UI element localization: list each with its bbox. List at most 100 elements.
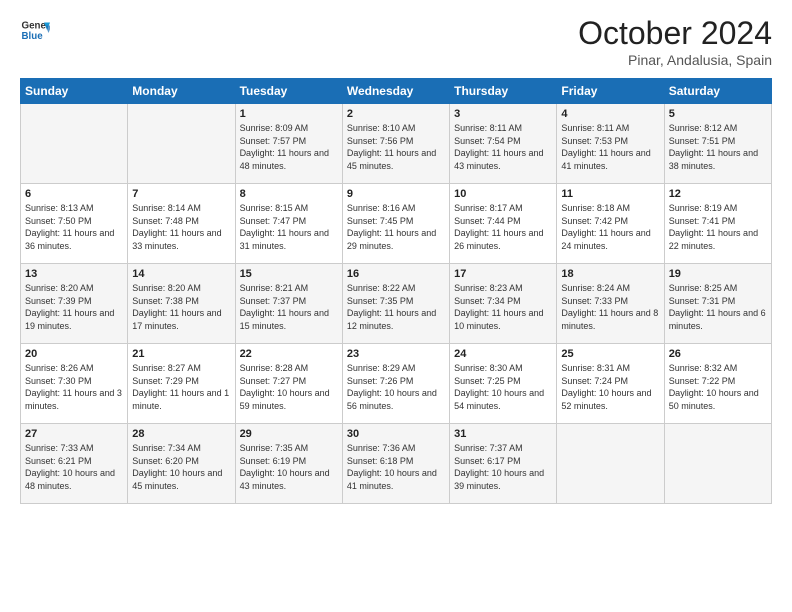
day-info: Sunrise: 8:11 AM Sunset: 7:54 PM Dayligh…	[454, 122, 552, 172]
col-sunday: Sunday	[21, 79, 128, 104]
day-info: Sunrise: 8:10 AM Sunset: 7:56 PM Dayligh…	[347, 122, 445, 172]
calendar-week-2: 13 Sunrise: 8:20 AM Sunset: 7:39 PM Dayli…	[21, 264, 772, 344]
col-wednesday: Wednesday	[342, 79, 449, 104]
day-number: 3	[454, 108, 552, 120]
calendar-cell: 30 Sunrise: 7:36 AM Sunset: 6:18 PM Dayli…	[342, 424, 449, 504]
day-info: Sunrise: 8:19 AM Sunset: 7:41 PM Dayligh…	[669, 202, 767, 252]
day-info: Sunrise: 7:36 AM Sunset: 6:18 PM Dayligh…	[347, 442, 445, 492]
day-number: 16	[347, 268, 445, 280]
day-info: Sunrise: 8:25 AM Sunset: 7:31 PM Dayligh…	[669, 282, 767, 332]
calendar-cell: 5 Sunrise: 8:12 AM Sunset: 7:51 PM Daylig…	[664, 104, 771, 184]
day-number: 19	[669, 268, 767, 280]
calendar-cell: 7 Sunrise: 8:14 AM Sunset: 7:48 PM Daylig…	[128, 184, 235, 264]
day-info: Sunrise: 8:20 AM Sunset: 7:39 PM Dayligh…	[25, 282, 123, 332]
day-number: 26	[669, 348, 767, 360]
day-number: 22	[240, 348, 338, 360]
calendar-cell	[664, 424, 771, 504]
day-number: 21	[132, 348, 230, 360]
calendar-cell: 18Sunrise: 8:24 AM Sunset: 7:33 PM Dayli…	[557, 264, 664, 344]
day-number: 10	[454, 188, 552, 200]
calendar-cell: 13 Sunrise: 8:20 AM Sunset: 7:39 PM Dayli…	[21, 264, 128, 344]
day-info: Sunrise: 8:15 AM Sunset: 7:47 PM Dayligh…	[240, 202, 338, 252]
day-info: Sunrise: 8:21 AM Sunset: 7:37 PM Dayligh…	[240, 282, 338, 332]
title-block: October 2024 Pinar, Andalusia, Spain	[578, 15, 772, 68]
day-info: Sunrise: 8:12 AM Sunset: 7:51 PM Dayligh…	[669, 122, 767, 172]
day-info: Sunrise: 7:35 AM Sunset: 6:19 PM Dayligh…	[240, 442, 338, 492]
calendar-cell: 19 Sunrise: 8:25 AM Sunset: 7:31 PM Dayli…	[664, 264, 771, 344]
calendar-page: General Blue October 2024 Pinar, Andalus…	[0, 0, 792, 612]
day-info: Sunrise: 8:31 AM Sunset: 7:24 PM Dayligh…	[561, 362, 659, 412]
day-number: 30	[347, 428, 445, 440]
calendar-cell	[128, 104, 235, 184]
day-number: 7	[132, 188, 230, 200]
calendar-cell: 3 Sunrise: 8:11 AM Sunset: 7:54 PM Daylig…	[450, 104, 557, 184]
day-number: 20	[25, 348, 123, 360]
day-number: 24	[454, 348, 552, 360]
day-info: Sunrise: 8:22 AM Sunset: 7:35 PM Dayligh…	[347, 282, 445, 332]
day-number: 2	[347, 108, 445, 120]
day-info: Sunrise: 8:11 AM Sunset: 7:53 PM Dayligh…	[561, 122, 659, 172]
logo: General Blue	[20, 15, 50, 45]
calendar-cell: 8 Sunrise: 8:15 AM Sunset: 7:47 PM Daylig…	[235, 184, 342, 264]
calendar-week-0: 1 Sunrise: 8:09 AM Sunset: 7:57 PM Daylig…	[21, 104, 772, 184]
day-number: 17	[454, 268, 552, 280]
calendar-cell: 17Sunrise: 8:23 AM Sunset: 7:34 PM Dayli…	[450, 264, 557, 344]
calendar-week-4: 27Sunrise: 7:33 AM Sunset: 6:21 PM Dayli…	[21, 424, 772, 504]
calendar-cell: 2 Sunrise: 8:10 AM Sunset: 7:56 PM Daylig…	[342, 104, 449, 184]
day-info: Sunrise: 8:30 AM Sunset: 7:25 PM Dayligh…	[454, 362, 552, 412]
location: Pinar, Andalusia, Spain	[578, 52, 772, 68]
calendar-cell: 14 Sunrise: 8:20 AM Sunset: 7:38 PM Dayli…	[128, 264, 235, 344]
day-info: Sunrise: 7:34 AM Sunset: 6:20 PM Dayligh…	[132, 442, 230, 492]
logo-icon: General Blue	[20, 15, 50, 45]
day-info: Sunrise: 8:28 AM Sunset: 7:27 PM Dayligh…	[240, 362, 338, 412]
calendar-cell: 15 Sunrise: 8:21 AM Sunset: 7:37 PM Dayli…	[235, 264, 342, 344]
day-info: Sunrise: 8:17 AM Sunset: 7:44 PM Dayligh…	[454, 202, 552, 252]
day-info: Sunrise: 8:14 AM Sunset: 7:48 PM Dayligh…	[132, 202, 230, 252]
calendar-cell: 10 Sunrise: 8:17 AM Sunset: 7:44 PM Dayli…	[450, 184, 557, 264]
day-number: 5	[669, 108, 767, 120]
calendar-cell	[21, 104, 128, 184]
day-number: 12	[669, 188, 767, 200]
col-thursday: Thursday	[450, 79, 557, 104]
col-monday: Monday	[128, 79, 235, 104]
day-number: 14	[132, 268, 230, 280]
calendar-cell: 20 Sunrise: 8:26 AM Sunset: 7:30 PM Dayli…	[21, 344, 128, 424]
header: General Blue October 2024 Pinar, Andalus…	[20, 15, 772, 68]
calendar-cell: 21Sunrise: 8:27 AM Sunset: 7:29 PM Dayli…	[128, 344, 235, 424]
day-info: Sunrise: 8:18 AM Sunset: 7:42 PM Dayligh…	[561, 202, 659, 252]
day-info: Sunrise: 8:26 AM Sunset: 7:30 PM Dayligh…	[25, 362, 123, 412]
day-number: 27	[25, 428, 123, 440]
calendar-cell: 1 Sunrise: 8:09 AM Sunset: 7:57 PM Daylig…	[235, 104, 342, 184]
calendar-cell: 9 Sunrise: 8:16 AM Sunset: 7:45 PM Daylig…	[342, 184, 449, 264]
day-number: 6	[25, 188, 123, 200]
day-number: 13	[25, 268, 123, 280]
calendar-cell: 29 Sunrise: 7:35 AM Sunset: 6:19 PM Dayli…	[235, 424, 342, 504]
month-title: October 2024	[578, 15, 772, 52]
col-friday: Friday	[557, 79, 664, 104]
calendar-cell: 11 Sunrise: 8:18 AM Sunset: 7:42 PM Dayli…	[557, 184, 664, 264]
calendar-table: Sunday Monday Tuesday Wednesday Thursday…	[20, 78, 772, 504]
calendar-cell: 4 Sunrise: 8:11 AM Sunset: 7:53 PM Daylig…	[557, 104, 664, 184]
day-number: 11	[561, 188, 659, 200]
calendar-cell: 24 Sunrise: 8:30 AM Sunset: 7:25 PM Dayli…	[450, 344, 557, 424]
calendar-cell: 28Sunrise: 7:34 AM Sunset: 6:20 PM Dayli…	[128, 424, 235, 504]
day-number: 4	[561, 108, 659, 120]
calendar-cell: 31Sunrise: 7:37 AM Sunset: 6:17 PM Dayli…	[450, 424, 557, 504]
calendar-cell: 26Sunrise: 8:32 AM Sunset: 7:22 PM Dayli…	[664, 344, 771, 424]
day-info: Sunrise: 8:29 AM Sunset: 7:26 PM Dayligh…	[347, 362, 445, 412]
day-number: 9	[347, 188, 445, 200]
day-info: Sunrise: 8:20 AM Sunset: 7:38 PM Dayligh…	[132, 282, 230, 332]
day-number: 8	[240, 188, 338, 200]
day-number: 15	[240, 268, 338, 280]
calendar-cell: 25Sunrise: 8:31 AM Sunset: 7:24 PM Dayli…	[557, 344, 664, 424]
day-number: 29	[240, 428, 338, 440]
col-tuesday: Tuesday	[235, 79, 342, 104]
day-number: 31	[454, 428, 552, 440]
day-info: Sunrise: 8:24 AM Sunset: 7:33 PM Dayligh…	[561, 282, 659, 332]
day-number: 1	[240, 108, 338, 120]
col-saturday: Saturday	[664, 79, 771, 104]
day-info: Sunrise: 8:16 AM Sunset: 7:45 PM Dayligh…	[347, 202, 445, 252]
day-info: Sunrise: 8:09 AM Sunset: 7:57 PM Dayligh…	[240, 122, 338, 172]
calendar-week-1: 6Sunrise: 8:13 AM Sunset: 7:50 PM Daylig…	[21, 184, 772, 264]
svg-text:Blue: Blue	[22, 31, 44, 42]
